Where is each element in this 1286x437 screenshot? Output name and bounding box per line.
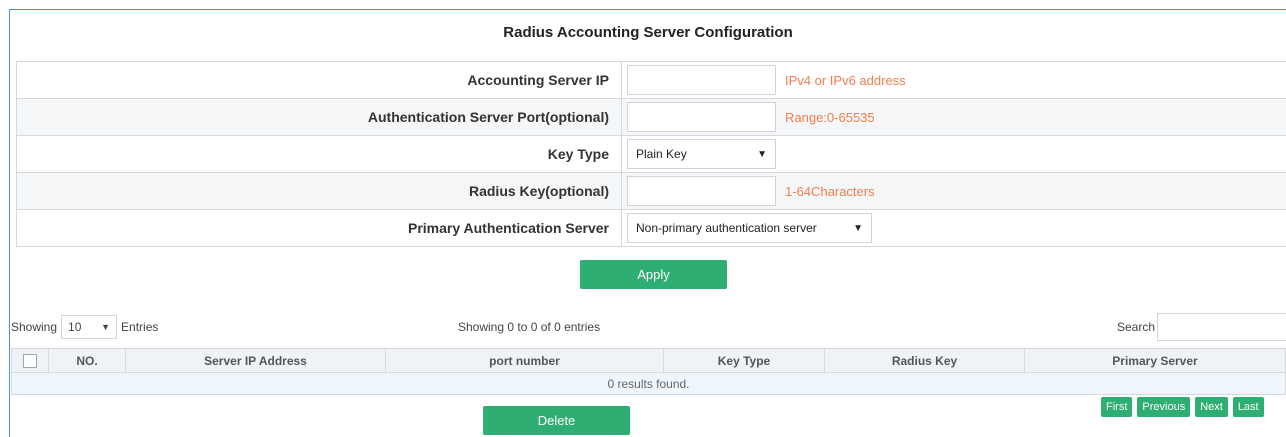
page-title: Radius Accounting Server Configuration bbox=[503, 23, 793, 41]
next-page-button[interactable]: Next bbox=[1195, 397, 1228, 417]
col-radius-key: Radius Key bbox=[824, 348, 1025, 373]
primary-value: Non-primary authentication server bbox=[636, 221, 817, 235]
apply-button[interactable]: Apply bbox=[580, 260, 727, 289]
chevron-down-icon: ▼ bbox=[101, 322, 111, 332]
port-input[interactable] bbox=[627, 102, 776, 132]
entries-label: Entries bbox=[121, 320, 159, 334]
table-info: Showing 0 to 0 of 0 entries bbox=[458, 320, 601, 334]
select-all-checkbox[interactable] bbox=[23, 353, 37, 368]
primary-select[interactable]: Non-primary authentication server ▼ bbox=[627, 213, 872, 243]
row-server-ip: Accounting Server IP IPv4 or IPv6 addres… bbox=[16, 62, 1286, 99]
col-primary-server: Primary Server bbox=[1024, 348, 1286, 373]
port-label: Authentication Server Port(optional) bbox=[17, 99, 622, 135]
key-type-value: Plain Key bbox=[636, 147, 687, 161]
page-size-select[interactable]: 10 ▼ bbox=[61, 315, 118, 339]
table-header: NO. Server IP Address port number Key Ty… bbox=[11, 348, 1286, 373]
key-type-label: Key Type bbox=[17, 136, 622, 172]
last-page-button[interactable]: Last bbox=[1232, 397, 1264, 417]
pagination: First Previous Next Last bbox=[1101, 397, 1264, 417]
key-type-select[interactable]: Plain Key ▼ bbox=[627, 139, 776, 169]
search-label: Search bbox=[1117, 320, 1156, 334]
row-radius-key: Radius Key(optional) 1-64Characters bbox=[16, 173, 1286, 210]
port-hint: Range:0-65535 bbox=[785, 109, 875, 125]
chevron-down-icon: ▼ bbox=[757, 148, 767, 160]
col-key-type: Key Type bbox=[663, 348, 825, 373]
table-toolbar: Showing 10 ▼ Entries Showing 0 to 0 of 0… bbox=[11, 313, 1286, 341]
empty-message: 0 results found. bbox=[11, 372, 1286, 395]
title-row: Radius Accounting Server Configuration bbox=[10, 10, 1286, 54]
row-key-type: Key Type Plain Key ▼ bbox=[16, 136, 1286, 173]
row-primary: Primary Authentication Server Non-primar… bbox=[16, 210, 1286, 247]
first-page-button[interactable]: First bbox=[1101, 397, 1133, 417]
config-form: Accounting Server IP IPv4 or IPv6 addres… bbox=[16, 61, 1286, 247]
chevron-down-icon: ▼ bbox=[853, 222, 863, 234]
delete-button[interactable]: Delete bbox=[483, 406, 630, 435]
server-table: NO. Server IP Address port number Key Ty… bbox=[11, 348, 1286, 395]
previous-page-button[interactable]: Previous bbox=[1137, 397, 1191, 417]
primary-label: Primary Authentication Server bbox=[17, 210, 622, 246]
row-port: Authentication Server Port(optional) Ran… bbox=[16, 99, 1286, 136]
select-all-cell bbox=[11, 348, 49, 373]
radius-key-input[interactable] bbox=[627, 176, 776, 206]
radius-key-hint: 1-64Characters bbox=[785, 183, 875, 199]
col-port: port number bbox=[385, 348, 664, 373]
col-server-ip: Server IP Address bbox=[125, 348, 386, 373]
col-no: NO. bbox=[48, 348, 126, 373]
radius-key-label: Radius Key(optional) bbox=[17, 173, 622, 209]
top-strip bbox=[0, 0, 1286, 6]
server-ip-hint: IPv4 or IPv6 address bbox=[785, 72, 906, 88]
server-ip-input[interactable] bbox=[627, 65, 776, 95]
showing-label: Showing bbox=[11, 320, 58, 334]
table-row: 0 results found. bbox=[11, 372, 1286, 395]
search-input[interactable] bbox=[1157, 313, 1286, 341]
page-size-value: 10 bbox=[68, 320, 82, 334]
server-ip-label: Accounting Server IP bbox=[17, 62, 622, 98]
